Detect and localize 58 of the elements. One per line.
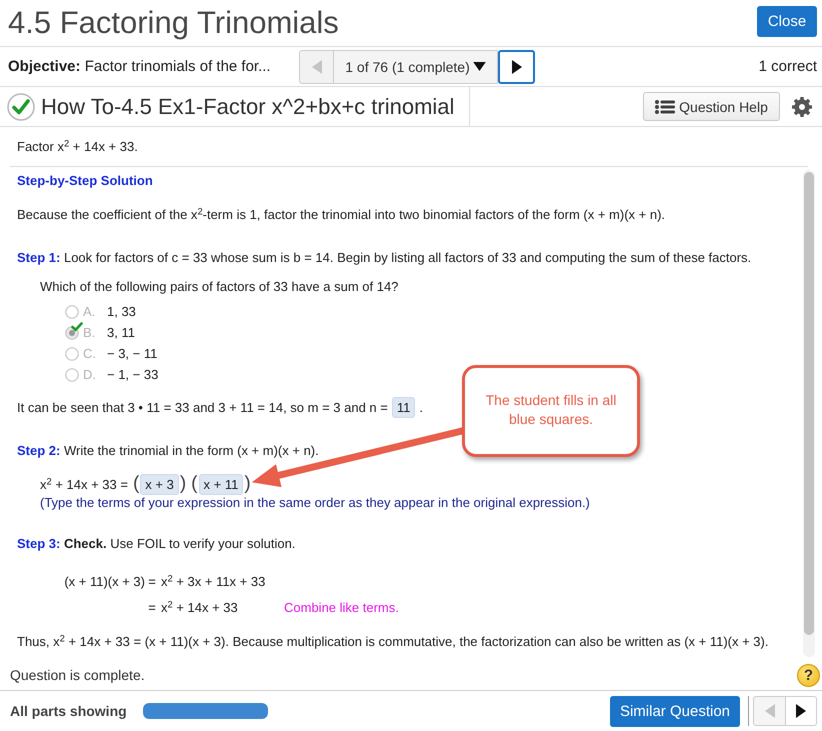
similar-question-button[interactable]: Similar Question	[610, 696, 740, 726]
callout-text: The student fills in all blue squares.	[484, 391, 618, 429]
equation-text: x$^{2}$ + 14x + 33 =	[40, 476, 128, 492]
choice-text: − 3, − 11	[107, 346, 158, 361]
solution-heading: Step-by-Step Solution	[17, 172, 154, 190]
score-text: 1 correct	[758, 58, 817, 75]
problem-text: Factor x$^{2}$ + 14x + 33.	[17, 139, 138, 154]
status-text: Question is complete.	[10, 667, 145, 683]
question-selector[interactable]: 1 of 76 (1 complete)	[333, 50, 498, 84]
instruction-text: (Type the terms of your expression in the same order as they appear in the original expression.)	[39, 495, 591, 511]
parts-label: All parts showing	[10, 703, 127, 719]
sentence-text: It can be seen that 3 • 11 = 33 and 3 + 11 = 14, so m = 3 and n =	[17, 400, 388, 414]
choice-letter: A.	[83, 304, 96, 319]
paragraph-text: Because the coefficient of the x$^{2}$-term is 1, factor the trinomial into two binomial factors of the form (x + m)(x + n).	[17, 205, 666, 224]
close-paren: )	[244, 473, 251, 495]
paragraph-text: Thus, x$^{2}$ + 14x + 33 = (x + 11)(x + 3). Because multiplication is commutative, the factorization can also be written as (x + 11)(x + 3).	[17, 632, 770, 651]
hint-text: Combine like terms.	[284, 600, 400, 614]
open-paren: (	[191, 473, 198, 495]
close-button[interactable]: Close	[757, 6, 817, 37]
answer-box[interactable]: 11	[392, 396, 416, 418]
close-paren: )	[180, 473, 186, 495]
choice-letter: B.	[83, 325, 96, 340]
choice-text: − 1, − 33	[107, 367, 158, 382]
help-button[interactable]: ?	[797, 664, 820, 686]
settings-icon[interactable]	[792, 96, 812, 116]
list-icon	[655, 100, 676, 114]
step-text: Step 2: Write the trinomial in the form (x + m)(x + n).	[17, 442, 320, 460]
choice-text: 3, 11	[107, 325, 135, 340]
question-text: Which of the following pairs of factors of 33 have a sum of 14?	[39, 278, 400, 296]
choice-text: 1, 33	[107, 304, 136, 319]
question-title: How To-4.5 Ex1-Factor x^2+bx+c trinomial	[41, 94, 454, 120]
step-text: Step 3: Check. Use FOIL to verify your solution.	[17, 535, 296, 553]
scrollbar[interactable]	[803, 170, 815, 657]
page-title: 4.5 Factoring Trinomials	[8, 5, 339, 41]
expression-text: x$^{2}$ + 3x + 11x + 33	[160, 574, 266, 588]
radio-button[interactable]	[65, 346, 79, 360]
answer-box[interactable]: x + 11	[198, 474, 244, 494]
next-button[interactable]	[498, 50, 535, 84]
open-paren: (	[132, 473, 140, 495]
triangle-right-icon	[512, 60, 522, 74]
step-text: Step 1: Look for factors of c = 33 whose sum is b = 14. Begin by listing all factors of 33 and computing the sum of these factors.	[17, 249, 752, 267]
answer-box[interactable]: x + 3	[140, 474, 179, 494]
radio-button[interactable]	[65, 304, 79, 318]
radio-button[interactable]	[65, 368, 79, 382]
choice-letter: C.	[83, 346, 97, 361]
triangle-left-icon	[764, 704, 774, 718]
expression-text: x$^{2}$ + 14x + 33	[160, 600, 239, 614]
triangle-right-icon	[796, 704, 806, 718]
triangle-left-icon	[312, 60, 322, 74]
equals-sign: =	[147, 574, 157, 588]
caret-down-icon	[472, 62, 486, 71]
expression-text: (x + 11)(x + 3)	[63, 574, 145, 588]
choice-letter: D.	[83, 367, 97, 382]
equals-sign: =	[147, 600, 157, 614]
objective-text: Objective: Factor trinomials of the for...	[8, 58, 272, 75]
sentence-end-text: .	[419, 400, 423, 414]
scrollbar-thumb[interactable]	[804, 172, 814, 635]
question-help-button[interactable]: Question Help	[643, 92, 780, 121]
